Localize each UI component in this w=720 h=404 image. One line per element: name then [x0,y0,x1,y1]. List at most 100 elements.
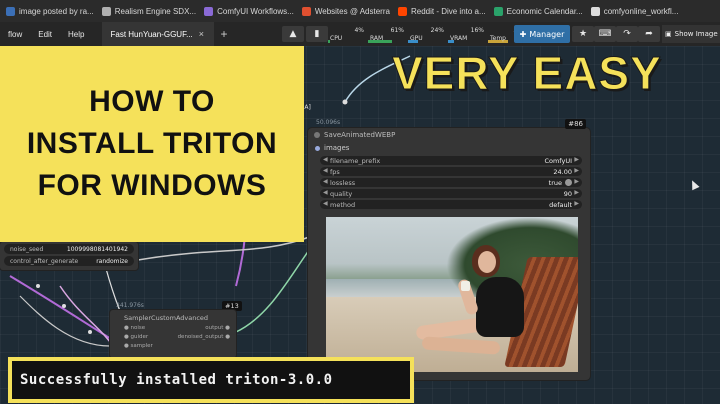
thumbnail-title-box: HOW TO INSTALL TRITON FOR WINDOWS [0,46,304,242]
stat-value: 61% [390,27,404,34]
tab-workflow[interactable]: Fast HunYuan-GGUF... × [102,22,215,46]
widget-fps[interactable]: ◀ fps 24.00 ▶ [320,167,582,176]
stat-label: RAM [370,35,384,42]
node-title: SaveAnimatedWEBP [324,131,396,139]
widget-lossless[interactable]: ◀ lossless true ▶ [320,178,582,187]
input-slot-icon[interactable] [315,146,320,151]
success-banner: Successfully installed triton-3.0.0 [8,357,414,403]
sampler-custom-advanced-node[interactable]: SamplerCustomAdvanced ● noise ● guider ● s… [110,310,236,358]
bookmark-item[interactable]: image posted by ra... [6,6,94,16]
link-icon[interactable]: ↷ [616,26,638,42]
favicon-icon [301,6,311,16]
bookmark-label: Realism Engine SDX... [114,6,197,16]
sampler-node-title: SamplerCustomAdvanced [124,314,209,322]
widget-value: 1009998081401942 [66,245,128,253]
stat-label: VRAM [450,35,468,42]
bookmark-icon[interactable]: ▮ [306,26,328,42]
input-slot[interactable]: ● noise [124,324,153,333]
star-icon[interactable]: ★ [572,26,594,42]
title-line: HOW TO [89,85,215,118]
input-slot[interactable]: ● guider [124,333,153,342]
increment-arrow-icon[interactable]: ▶ [574,167,579,174]
bookmark-item[interactable]: comfyonline_workfl... [590,6,678,16]
bookmarks-bar: image posted by ra... Realism Engine SDX.… [0,0,720,22]
decrement-arrow-icon[interactable]: ◀ [323,167,328,174]
widget-value: 90 [563,189,572,198]
toggle-icon[interactable] [565,179,572,186]
bookmark-label: Economic Calendar... [506,6,583,16]
widget-quality[interactable]: ◀ quality 90 ▶ [320,189,582,198]
person-face-shape [478,251,496,273]
bookmark-item[interactable]: Economic Calendar... [493,6,583,16]
save-node-timing: 50.096s [316,119,341,126]
favicon-icon [397,6,407,16]
favicon-icon [204,6,214,16]
node-widgets: ◀ filename_prefix ComfyUI ▶ ◀ fps 24.00 ▶ ◀ lossl… [308,156,590,209]
decrement-arrow-icon[interactable]: ◀ [323,156,328,163]
cup-shape [461,281,470,291]
share-icon[interactable]: ➦ [638,26,660,42]
show-image-label: Show Image [674,30,718,38]
stat-value: 16% [470,27,484,34]
menu-workflow[interactable]: flow [0,30,30,39]
sampler-inputs: ● noise ● guider ● sampler [124,324,153,351]
node-header[interactable]: SaveAnimatedWEBP [308,128,590,142]
manager-button[interactable]: ✚ Manager [514,25,570,43]
widget-name: noise_seed [10,245,44,253]
increment-arrow-icon[interactable]: ▶ [574,189,579,196]
favicon-icon [6,6,15,16]
collapse-dot-icon[interactable] [314,132,320,138]
widget-name: lossless [330,178,356,187]
add-tab-icon[interactable]: + [220,27,227,41]
menu-edit[interactable]: Edit [30,30,60,39]
widget-value: true [549,179,572,187]
stat-label: Temp [490,35,506,42]
widget-name: filename_prefix [330,156,381,165]
keyboard-icon[interactable]: ⌨ [594,26,616,42]
widget-value: ComfyUI [544,156,572,165]
output-preview-image [326,217,578,372]
sampler-outputs: output ● denoised_output ● [178,324,230,351]
output-slot[interactable]: denoised_output ● [178,333,230,342]
widget-name: method [330,200,356,209]
input-slot[interactable]: ● sampler [124,342,153,351]
node-input-images[interactable]: images [308,142,590,154]
input-label: images [324,144,350,152]
decrement-arrow-icon[interactable]: ◀ [323,200,328,207]
random-noise-node[interactable]: noise_seed 1009998081401942 control_after_… [0,242,138,270]
favicon-icon [493,6,503,16]
widget-method[interactable]: ◀ method default ▶ [320,200,582,209]
decrement-arrow-icon[interactable]: ◀ [323,189,328,196]
increment-arrow-icon[interactable]: ▶ [574,178,579,185]
widget-control-after-generate[interactable]: control_after_generate randomize [4,256,134,266]
bookmark-item[interactable]: Reddit - Dive into a... [397,6,486,16]
close-icon[interactable]: × [199,29,204,39]
increment-arrow-icon[interactable]: ▶ [574,200,579,207]
widget-noise-seed[interactable]: noise_seed 1009998081401942 [4,244,134,254]
title-line: INSTALL TRITON [26,127,278,160]
widget-value: 24.00 [553,167,572,176]
bookmark-item[interactable]: Realism Engine SDX... [101,6,197,16]
success-message: Successfully installed triton-3.0.0 [12,361,410,399]
widget-filename-prefix[interactable]: ◀ filename_prefix ComfyUI ▶ [320,156,582,165]
favicon-icon [101,6,111,16]
very-easy-caption: VERY EASY [392,47,662,100]
widget-name: fps [330,167,340,176]
stat-value: 4% [354,27,364,34]
queue-icon[interactable]: ▲ [282,26,304,42]
stat-gpu: 24% GPU [408,25,448,43]
bookmark-item[interactable]: Websites @ Adsterra [301,6,390,16]
output-slot[interactable]: output ● [178,324,230,333]
show-image-button[interactable]: ▣ Show Image [662,25,720,43]
decrement-arrow-icon[interactable]: ◀ [323,178,328,185]
menu-help[interactable]: Help [60,30,92,39]
manager-label: Manager [529,29,565,39]
person-body-shape [476,277,524,337]
bookmark-item[interactable]: ComfyUI Workflows... [204,6,294,16]
node-id-badge: #86 [565,119,586,129]
stat-label: GPU [410,35,423,42]
increment-arrow-icon[interactable]: ▶ [574,156,579,163]
favicon-icon [590,6,600,16]
image-icon: ▣ [665,30,672,38]
title-line: FOR WINDOWS [37,169,267,202]
